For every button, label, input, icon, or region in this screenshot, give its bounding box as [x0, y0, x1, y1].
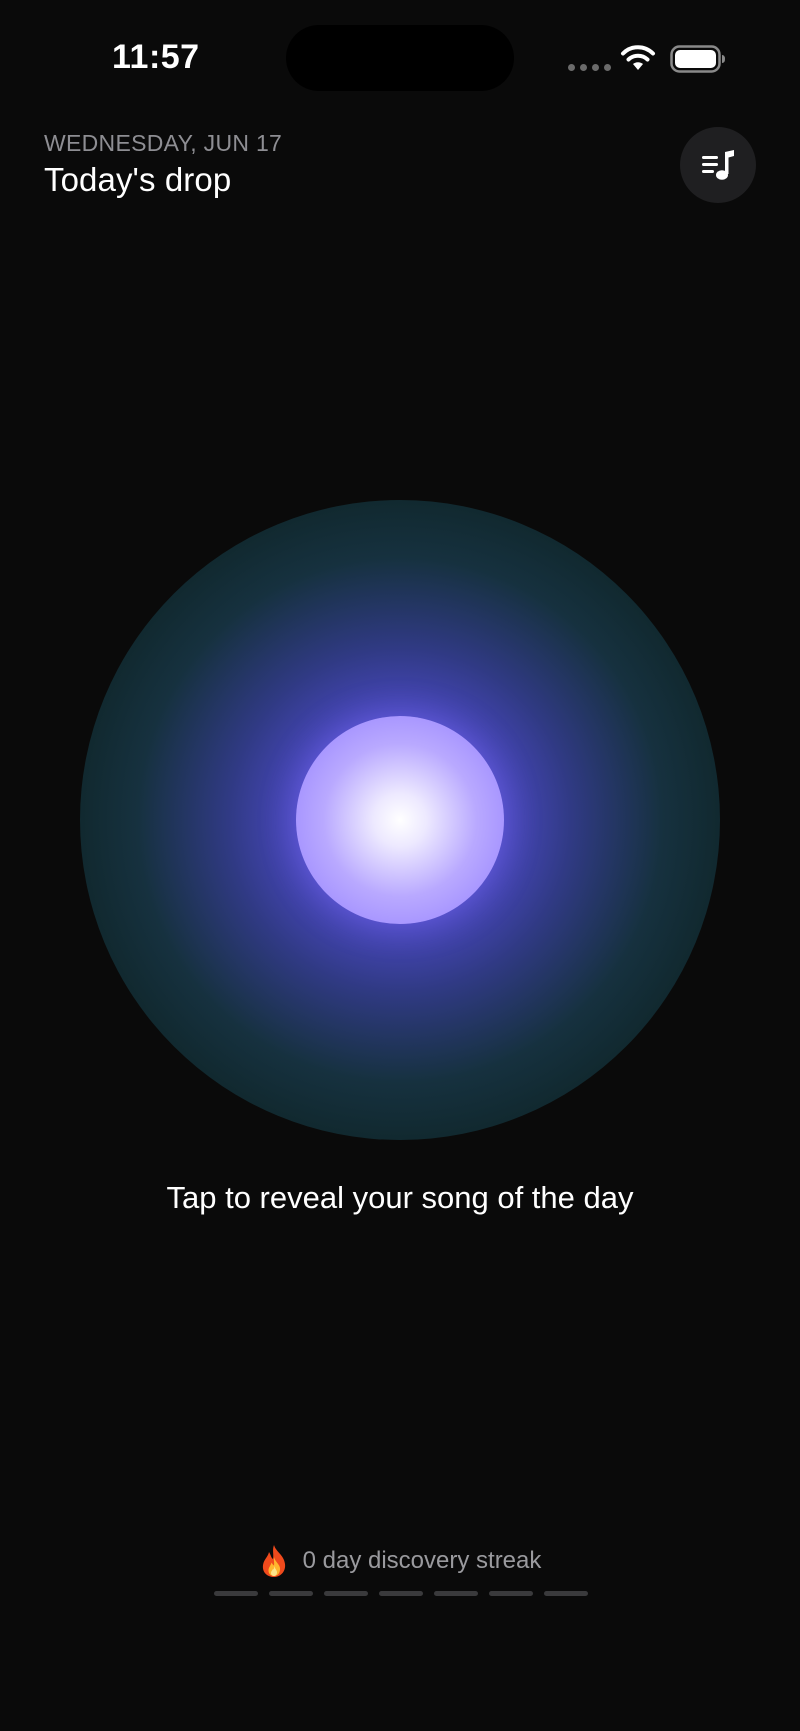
reveal-prompt: Tap to reveal your song of the day	[166, 1180, 634, 1215]
orb-core	[296, 716, 504, 924]
playlist-music-icon	[702, 150, 734, 180]
streak-day-bar	[379, 1591, 423, 1596]
dynamic-island	[286, 25, 514, 91]
streak-day-bar	[214, 1591, 258, 1596]
playlist-button[interactable]	[680, 127, 756, 203]
battery-icon	[670, 45, 725, 73]
cellular-signal-icon	[568, 64, 611, 71]
page-title: Today's drop	[44, 161, 232, 198]
reveal-orb[interactable]	[80, 500, 720, 1140]
streak-row: 0 day discovery streak	[0, 1544, 800, 1578]
streak-day-bar	[489, 1591, 533, 1596]
status-time: 11:57	[112, 38, 200, 76]
wifi-icon	[621, 45, 655, 70]
streak-day-bar	[544, 1591, 588, 1596]
streak-text: 0 day discovery streak	[302, 1547, 542, 1574]
streak-day-bar	[269, 1591, 313, 1596]
fire-icon	[262, 1545, 285, 1577]
streak-day-bar	[324, 1591, 368, 1596]
streak-progress	[214, 1591, 588, 1596]
date-label: WEDNESDAY, JUN 17	[44, 130, 283, 156]
streak-day-bar	[434, 1591, 478, 1596]
status-bar: 11:57	[0, 0, 800, 118]
